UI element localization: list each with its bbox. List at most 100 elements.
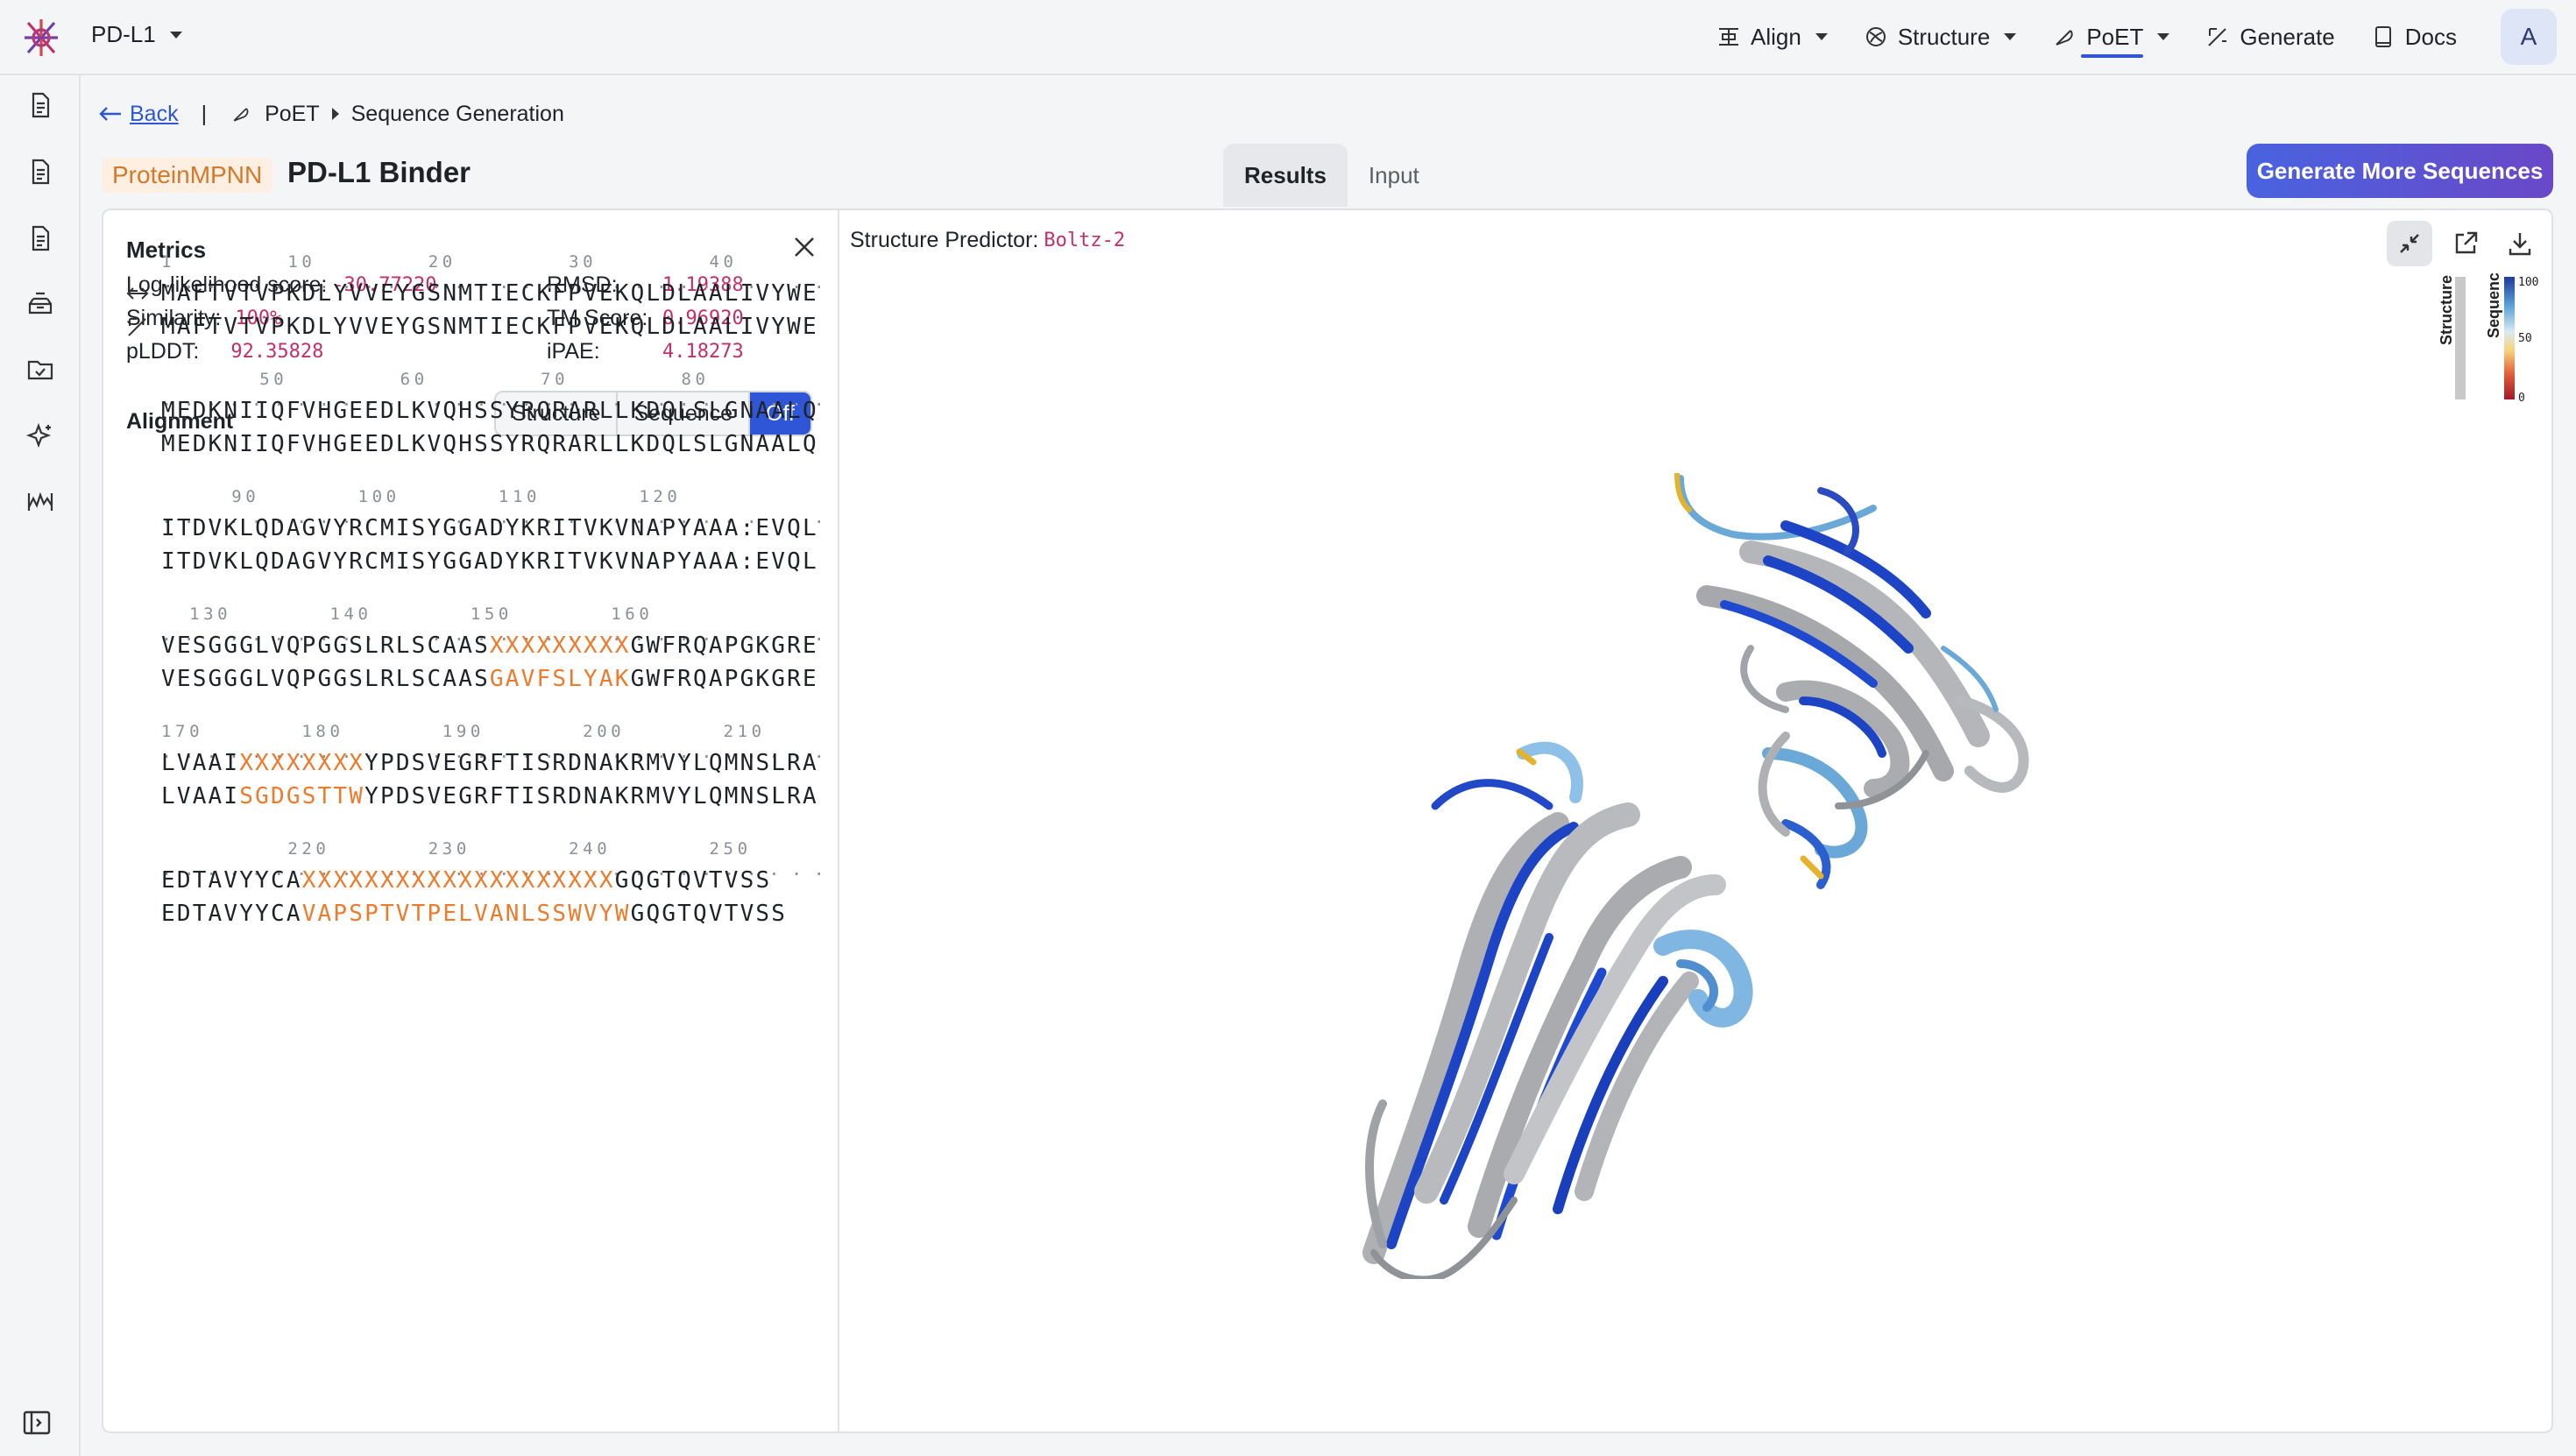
download-button[interactable]: [2497, 221, 2543, 266]
designed-region: XXXXXXXXXXXXXXXXXXXX: [301, 867, 615, 894]
poet-icon: [2056, 30, 2073, 46]
waveform-icon: [27, 491, 53, 511]
nav-align-label: Align: [1750, 23, 1801, 50]
nav-poet[interactable]: PoET: [2051, 0, 2170, 74]
rail-documents-3[interactable]: [23, 221, 58, 256]
sequence-segment: YPDSVEGRFTISRDNAKRMVYLQMNSLRA: [364, 783, 818, 809]
generated-sequence: LVAAI SGDGSTTW YPDSVEGRFTISRDNAKRMVYLQMNSL…: [161, 781, 818, 811]
sequence-color-bar: [2504, 277, 2515, 399]
rail-documents-1[interactable]: [23, 88, 58, 123]
rail-datasets[interactable]: [23, 286, 58, 321]
result-tabs: Results Input: [1223, 144, 1440, 207]
sequence-segment: MEDKNIIQFVHGEEDLKVQHSSYRQRARLLKDQLSLGNAA…: [161, 431, 818, 457]
sequence-segment: VESGGGLVQPGGSLRLSCAAS: [161, 666, 490, 692]
document-icon: [32, 159, 50, 185]
sparkle-icon: [25, 422, 52, 449]
nav-structure-label: Structure: [1897, 23, 1991, 50]
designed-region: GAVFSLYAK: [489, 666, 631, 692]
sequence-segment: EDTAVYYCA: [161, 867, 302, 894]
collapse-view-button[interactable]: [2387, 221, 2432, 266]
generated-sequence: MEDKNIIQFVHGEEDLKVQHSSYRQRARLLKDQLSLGNAA…: [161, 429, 818, 459]
tab-results[interactable]: Results: [1223, 144, 1348, 207]
sequence-segment: YPDSVEGRFTISRDNAKRMVYLQMNSLRA: [364, 750, 818, 776]
project-selector[interactable]: PD-L1: [91, 21, 182, 48]
rail-sparkle[interactable]: [23, 419, 58, 454]
metrics-panel: Metrics Log-likelihood score: -30.77220 …: [102, 209, 1094, 1433]
legend-tick-50: 50: [2518, 332, 2532, 345]
main-nav: Align Structure PoET Generate Docs A: [1716, 0, 2576, 74]
nav-docs[interactable]: Docs: [2370, 0, 2457, 74]
nav-docs-label: Docs: [2404, 23, 2457, 50]
chevron-right-icon: [331, 108, 339, 120]
generate-more-sequences-button[interactable]: Generate More Sequences: [2247, 144, 2553, 198]
breadcrumb-current: Sequence Generation: [350, 101, 564, 126]
chevron-down-icon: [2004, 33, 2017, 40]
poet-icon: [233, 108, 249, 122]
left-rail: [0, 75, 81, 1456]
color-legend: Structure 5 Sequence 100 50 0: [2438, 273, 2538, 405]
designed-region: XXXXXXXXX: [489, 633, 631, 659]
position-ruler: 50 60 70 80: [161, 370, 710, 389]
sequence-segment: MAFTVTVPKDLYVVEYGSNMTIECKFPVEKQLDLAALIVY…: [161, 280, 818, 307]
metric-value: 92.35828: [230, 340, 324, 363]
structure-color-bar: [2455, 277, 2466, 399]
minimize-icon: [2400, 234, 2419, 253]
chevron-down-icon: [2157, 33, 2170, 40]
generated-sequence: MAFTVTVPKDLYVVEYGSNMTIECKFPVEKQLDLAALIVY…: [161, 312, 818, 342]
generated-sequence-icon: [124, 314, 151, 340]
designed-region: VAPSPTVTPELVANLSSWVYW: [301, 901, 631, 927]
arrow-left-icon: [99, 107, 121, 121]
breadcrumb-parent[interactable]: PoET: [265, 102, 320, 127]
rail-folder[interactable]: [23, 352, 58, 387]
docs-icon: [2374, 26, 2391, 47]
reference-sequence: MAFTVTVPKDLYVVEYGSNMTIECKFPVEKQLDLAALIVY…: [161, 279, 818, 308]
position-ruler: 220 230 240 250: [161, 839, 752, 859]
page-title: PD-L1 Binder: [287, 156, 471, 188]
model-badge: ProteinMPNN: [102, 158, 273, 193]
breadcrumb: Back | PoET Sequence Generation: [98, 98, 564, 130]
folder-check-icon: [27, 360, 53, 380]
reference-sequence: ITDVKLQDAGVYRCMISYGGADYKRITVKVNAPYAAA:EV…: [161, 513, 818, 543]
download-icon: [2509, 233, 2531, 256]
app-logo-icon[interactable]: [19, 16, 63, 60]
position-ruler: 1 10 20 30 40: [161, 252, 738, 272]
open-external-button[interactable]: [2443, 221, 2488, 266]
rail-analytics[interactable]: [23, 484, 58, 519]
designed-region: XXXXXXXX: [239, 750, 365, 776]
database-tray-icon: [28, 292, 53, 315]
protein-structure-render[interactable]: [1295, 473, 2066, 1279]
sequence-segment: EDTAVYYCA: [161, 901, 302, 927]
nav-poet-label: PoET: [2086, 23, 2144, 50]
project-name: PD-L1: [91, 21, 156, 47]
sequence-segment: ITDVKLQDAGVYRCMISYGGADYKRITVKVNAPYAAA:EV…: [161, 515, 818, 541]
generated-sequence: VESGGGLVQPGGSLRLSCAAS GAVFSLYAK GWFRQAPGKG…: [161, 664, 818, 694]
nav-generate-label: Generate: [2240, 23, 2335, 50]
sequence-segment: GWFRQAPGKGRE: [630, 633, 818, 659]
sequence-segment: ITDVKLQDAGVYRCMISYGGADYKRITVKVNAPYAAA:EV…: [161, 548, 818, 575]
generate-icon: [2208, 28, 2227, 46]
document-icon: [32, 225, 50, 251]
generated-sequence: ITDVKLQDAGVYRCMISYGGADYKRITVKVNAPYAAA:EV…: [161, 547, 818, 576]
user-avatar[interactable]: A: [2501, 9, 2557, 65]
rail-documents-2[interactable]: [23, 154, 58, 189]
align-icon: [1718, 28, 1738, 46]
external-link-icon: [2455, 231, 2478, 254]
back-link[interactable]: Back: [98, 102, 179, 127]
position-ruler: 90 100 110 120: [161, 487, 682, 506]
nav-align[interactable]: Align: [1716, 0, 1828, 74]
reference-sequence: EDTAVYYCA XXXXXXXXXXXXXXXXXXXX GQGTQVTVSS: [161, 866, 771, 895]
nav-generate[interactable]: Generate: [2204, 0, 2335, 74]
sequence-segment: LVAAI: [161, 750, 240, 776]
tab-input[interactable]: Input: [1348, 144, 1440, 207]
reference-sequence: MEDKNIIQFVHGEEDLKVQHSSYRQRARLLKDQLSLGNAA…: [161, 396, 818, 426]
expand-sidebar-icon[interactable]: [19, 1405, 54, 1440]
chevron-down-icon: [169, 31, 182, 39]
position-ruler: 130 140 150 160: [161, 604, 654, 624]
metric-label: pLDDT:: [126, 338, 200, 364]
legend-sequence-label: Sequence: [2485, 273, 2502, 338]
nav-structure[interactable]: Structure: [1863, 0, 2017, 74]
structure-icon: [1865, 27, 1886, 46]
reference-sequence: LVAAI XXXXXXXX YPDSVEGRFTISRDNAKRMVYLQMNSL…: [161, 748, 818, 778]
reference-sequence: VESGGGLVQPGGSLRLSCAAS XXXXXXXXX GWFRQAPGKG…: [161, 631, 818, 661]
position-ruler: 170 180 190 200 210: [161, 722, 766, 741]
